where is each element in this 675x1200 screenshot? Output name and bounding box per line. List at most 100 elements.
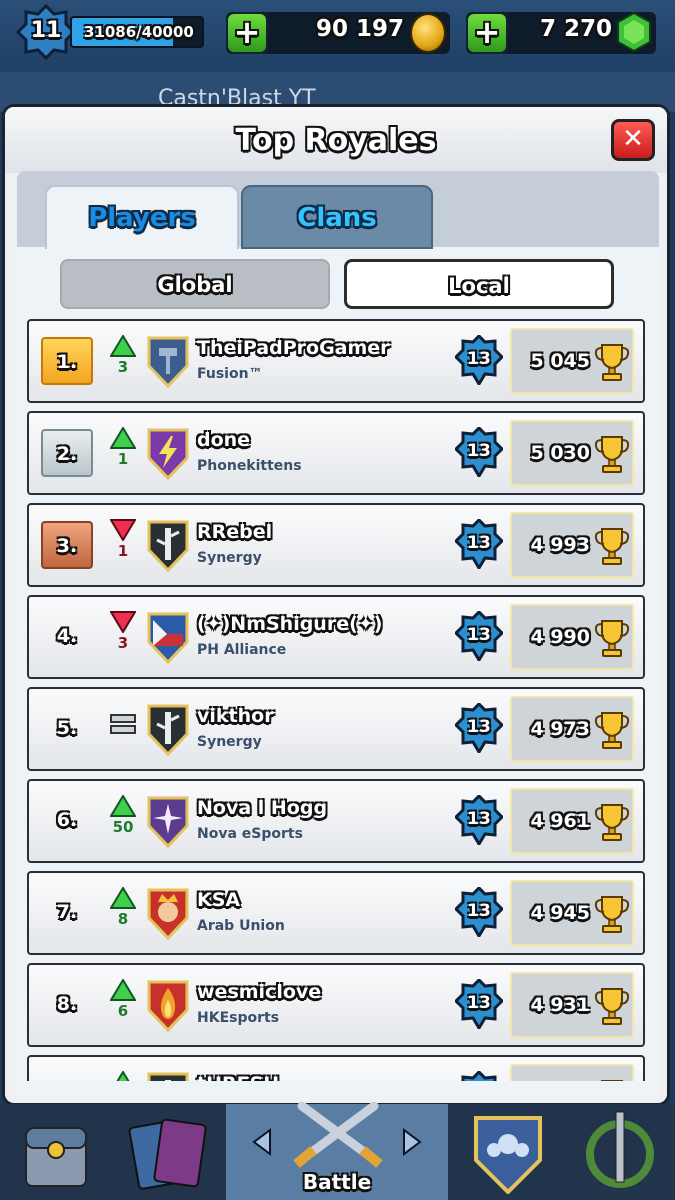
chevron-left-icon[interactable] bbox=[252, 1128, 272, 1156]
cards-icon[interactable] bbox=[124, 1110, 214, 1194]
king-level: 13 bbox=[467, 349, 491, 369]
player-name: KSA bbox=[197, 889, 241, 911]
trophy-box: 4 990 bbox=[510, 604, 634, 670]
add-gems-button[interactable]: + bbox=[466, 12, 508, 54]
trend-amount: 1 bbox=[117, 450, 129, 468]
trophy-icon bbox=[594, 896, 630, 933]
rank-number: 9. bbox=[41, 1073, 93, 1081]
battle-label: Battle bbox=[302, 1170, 372, 1194]
trend-same-icon bbox=[110, 714, 136, 734]
trophy-count: 5 045 bbox=[530, 350, 591, 372]
player-name: done bbox=[197, 429, 251, 451]
rank-number: 6. bbox=[56, 809, 78, 831]
trophy-count: 4 973 bbox=[530, 718, 591, 740]
xp-text: 31086/40000 bbox=[84, 23, 194, 41]
trophy-box: 4 961 bbox=[510, 788, 634, 854]
tab-players-label: Players bbox=[88, 203, 196, 233]
clan-name: Fusion™ bbox=[197, 366, 263, 382]
tournament-icon[interactable] bbox=[580, 1110, 660, 1194]
player-name: TheiPadProGamer bbox=[197, 337, 390, 359]
trophy-icon bbox=[601, 1080, 623, 1081]
tab-clans-label: Clans bbox=[297, 203, 377, 233]
leaderboard-row[interactable]: 7. 8 KSA Arab Union 13 4 945 bbox=[27, 871, 645, 955]
hammer-badge-icon bbox=[147, 336, 189, 388]
clan-shield-icon[interactable] bbox=[470, 1110, 546, 1194]
leaderboard-row[interactable]: 4. 3 (✦)NmShigure(✦) PH Alliance 13 4 99… bbox=[27, 595, 645, 679]
king-level: 13 bbox=[467, 809, 491, 829]
king-level-badge: 13 bbox=[453, 701, 505, 755]
king-level: 13 bbox=[467, 901, 491, 921]
king-level: 13 bbox=[467, 993, 491, 1013]
trend-up-icon bbox=[110, 335, 136, 357]
trophy-icon bbox=[594, 528, 630, 565]
leaderboard-row[interactable]: 6. 50 Nova l Hogg Nova eSports 13 4 961 bbox=[27, 779, 645, 863]
trend-amount: 6 bbox=[117, 1002, 129, 1020]
trophy-icon bbox=[594, 344, 630, 381]
leaderboard-row[interactable]: 2. 1 done Phonekittens 13 5 030 bbox=[27, 411, 645, 495]
player-name: tHRESH bbox=[197, 1073, 279, 1081]
trend-amount: 3 bbox=[117, 634, 129, 652]
bamboo-badge-icon bbox=[147, 704, 189, 756]
trophy-count: 4 993 bbox=[530, 534, 591, 556]
player-name: vikthor bbox=[197, 705, 274, 727]
trend-down-icon bbox=[110, 519, 136, 541]
local-button[interactable]: Local bbox=[344, 259, 614, 309]
king-level: 13 bbox=[467, 625, 491, 645]
add-gold-button[interactable]: + bbox=[226, 12, 268, 54]
leaderboard-row[interactable]: 5. vikthor Synergy 13 4 973 bbox=[27, 687, 645, 771]
modal-header: Top Royales ✕ bbox=[5, 107, 667, 173]
level-star-icon bbox=[461, 1069, 497, 1081]
leaderboard-row[interactable]: 1. 3 TheiPadProGamer Fusion™ 13 5 045 bbox=[27, 319, 645, 403]
trophy-box: 4 926 bbox=[510, 1064, 634, 1081]
trend-amount: 1 bbox=[117, 542, 129, 560]
chevron-right-icon[interactable] bbox=[402, 1128, 422, 1156]
trophy-count: 5 030 bbox=[530, 442, 591, 464]
trend-indicator: 1 bbox=[109, 427, 137, 483]
crossed-swords-icon bbox=[293, 1101, 383, 1168]
rank-number: 1. bbox=[41, 337, 93, 385]
clan-name: HKEsports bbox=[197, 1010, 280, 1026]
tab-players[interactable]: Players bbox=[45, 185, 239, 249]
king-level-badge: 13 bbox=[453, 885, 505, 939]
trophy-icon bbox=[594, 620, 630, 657]
star-burst-badge-icon bbox=[147, 796, 189, 848]
trend-indicator: 8 bbox=[109, 887, 137, 943]
leaderboard-list[interactable]: 1. 3 TheiPadProGamer Fusion™ 13 5 045 2. bbox=[27, 319, 645, 1081]
king-badge-icon bbox=[147, 888, 189, 940]
level-badge[interactable]: 11 bbox=[16, 4, 76, 60]
gems-amount: 7 270 bbox=[539, 16, 612, 42]
player-name: (✦)NmShigure(✦) bbox=[197, 613, 383, 635]
trophy-count: 4 945 bbox=[530, 902, 591, 924]
trend-up-icon bbox=[110, 795, 136, 817]
lightning-badge-icon bbox=[147, 428, 189, 480]
trend-up-icon bbox=[110, 427, 136, 449]
trophy-box: 4 973 bbox=[510, 696, 634, 762]
leaderboard-row[interactable]: 9. tHRESH 13 4 926 bbox=[27, 1055, 645, 1081]
clan-name: Synergy bbox=[197, 734, 262, 750]
top-royales-modal: Top Royales ✕ Players Clans Global Local… bbox=[2, 104, 670, 1106]
trend-indicator: 3 bbox=[109, 335, 137, 391]
close-button[interactable]: ✕ bbox=[611, 119, 655, 161]
rank-number: 4. bbox=[56, 625, 78, 647]
leaderboard-row[interactable]: 8. 6 wesmiclove HKEsports 13 4 931 bbox=[27, 963, 645, 1047]
clan-name: Nova eSports bbox=[197, 826, 303, 842]
flag-badge-icon bbox=[147, 612, 189, 664]
gem-icon bbox=[617, 12, 651, 52]
chest-icon[interactable] bbox=[20, 1108, 92, 1192]
trend-amount: 8 bbox=[117, 910, 129, 928]
clan-name: Synergy bbox=[197, 550, 262, 566]
level-number: 11 bbox=[30, 18, 62, 43]
trophy-box: 5 030 bbox=[510, 420, 634, 486]
flame-badge-icon bbox=[147, 980, 189, 1032]
global-button[interactable]: Global bbox=[60, 259, 330, 309]
rank-number: 7. bbox=[56, 901, 78, 923]
king-level-badge: 13 bbox=[453, 977, 505, 1031]
rank-number: 8. bbox=[56, 993, 78, 1015]
trend-down-icon bbox=[110, 611, 136, 633]
tab-clans[interactable]: Clans bbox=[241, 185, 433, 249]
trophy-icon bbox=[594, 712, 630, 749]
trophy-count: 4 961 bbox=[530, 810, 591, 832]
gold-coin-icon bbox=[410, 13, 446, 53]
trend-indicator bbox=[109, 703, 137, 759]
leaderboard-row[interactable]: 3. 1 RRebel Synergy 13 4 993 bbox=[27, 503, 645, 587]
